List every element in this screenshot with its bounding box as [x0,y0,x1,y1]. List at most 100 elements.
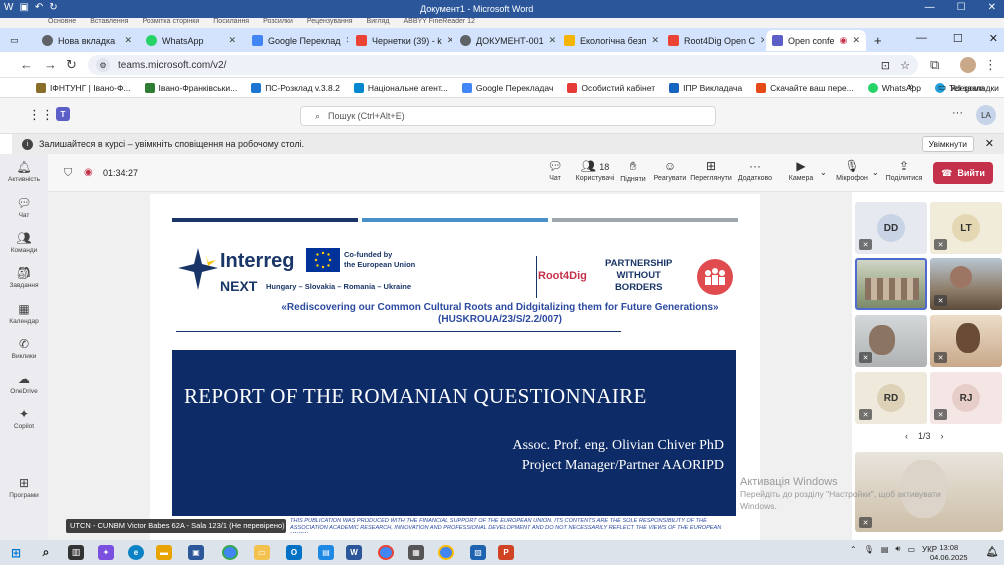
rail-item-onedrive[interactable]: ☁ OneDrive [0,372,48,395]
participant-tile[interactable]: RJ ✕ [930,372,1002,424]
install-app-icon[interactable]: ⊡ [881,59,890,72]
participants-button[interactable]: 👥︎ 18 Користувачі [572,159,618,182]
forward-icon[interactable]: → [44,57,57,72]
rail-item-calendar[interactable]: ▦ Календар [0,302,48,325]
browser-tab[interactable]: Root4Dig Open C ✕ [662,30,764,51]
rail-item-chat[interactable]: 💬︎ Чат [0,196,48,219]
tab-search-button[interactable]: ▭ [4,30,30,51]
network-icon[interactable]: ▤ [881,545,889,554]
share-button[interactable]: ⇪ Поділитися [884,159,924,182]
url-bar[interactable]: ⚙ teams.microsoft.com/v2/ ⊡ ☆ [88,55,918,75]
more-options-icon[interactable]: ··· [952,107,963,119]
browser-tab[interactable]: Google Переклад ✕ [246,30,348,51]
tab-close-icon[interactable]: ✕ [447,35,452,46]
undo-icon[interactable]: ↶ [35,2,43,13]
word-tab[interactable]: Вставлення [90,18,128,28]
browser-tab[interactable]: Чернетки (39) - k ✕ [350,30,452,51]
extensions-icon[interactable]: ⧉ [930,57,939,73]
taskbar-clock[interactable]: 13:08 04.06.2025 [930,543,968,563]
chrome-icon[interactable] [378,545,394,560]
tab-close-icon[interactable]: ✕ [124,35,132,46]
copilot-icon[interactable]: ✦ [98,545,114,560]
bookmark-item[interactable]: Скачайте ваш пере... [756,82,854,93]
rail-item-apps[interactable]: ⊞ Програми [0,476,48,499]
task-view-icon[interactable]: ▥ [68,545,84,560]
site-info-icon[interactable]: ⚙ [96,58,110,72]
participant-video-tile[interactable]: ✕ [930,258,1002,310]
browser-tab[interactable]: Нова вкладка ✕ [36,30,138,51]
word-icon[interactable]: W [346,545,362,560]
reload-icon[interactable]: ↻ [66,57,77,73]
new-tab-button[interactable]: + [868,30,890,51]
word-tab[interactable]: Основне [48,18,76,28]
back-icon[interactable]: ← [20,57,33,72]
app-launcher-icon[interactable]: ⋮⋮ [28,107,54,123]
more-bookmarks-icon[interactable]: » [908,81,914,93]
tab-close-icon[interactable]: ✕ [760,35,764,46]
word-tab[interactable]: Рецензування [307,18,353,28]
app-icon[interactable]: ▧ [470,545,486,560]
tab-close-icon[interactable]: ✕ [346,35,348,46]
camera-chevron-down-icon[interactable]: ⌄ [820,168,827,177]
bookmark-item[interactable]: Івано-Франківськи... [144,82,237,93]
rail-item-assignments[interactable]: 🎒︎ Завдання [0,266,48,289]
word-tab[interactable]: Розмітка сторінки [142,18,199,28]
all-bookmarks-folder[interactable]: ▭ Усі закладки [938,82,999,93]
bookmark-star-icon[interactable]: ☆ [900,59,910,72]
close-icon[interactable]: ✕ [989,32,998,45]
browser-tab[interactable]: WhatsApp ✕ [140,30,242,51]
browser-tab-active[interactable]: Open confe ◉ ✕ [766,30,866,51]
minimize-icon[interactable]: — [925,2,935,13]
participant-tile[interactable]: RD ✕ [855,372,927,424]
bookmark-item[interactable]: ПС-Розклад v.3.8.2 [251,82,340,93]
chrome-icon[interactable] [438,545,454,560]
bookmark-item[interactable]: Особистий кабінет [567,82,655,93]
shield-icon[interactable]: ⛉ [64,167,72,180]
word-tab[interactable]: ABBYY FineReader 12 [403,18,474,28]
file-explorer-icon[interactable]: ▬ [156,545,172,560]
windows-start-icon[interactable]: ⊞ [8,545,24,560]
search-icon[interactable]: ⌕ [38,545,54,560]
tab-close-icon[interactable]: ✕ [852,35,860,46]
react-button[interactable]: ☺ Реагувати [652,159,688,182]
browser-tab[interactable]: Екологічна безп ✕ [558,30,660,51]
enable-notifications-button[interactable]: Увімкнути [921,136,974,152]
participant-tile[interactable]: DD ✕ [855,202,927,254]
chat-button[interactable]: 💬︎ Чат [544,159,566,182]
mic-icon[interactable]: 🎙︎ [864,545,874,554]
close-icon[interactable]: ✕ [985,137,994,150]
menu-kebab-icon[interactable]: ⋮ [984,57,997,73]
volume-icon[interactable]: 🔊︎ [895,544,900,554]
close-icon[interactable]: ✕ [988,2,996,13]
tab-close-icon[interactable]: ✕ [549,35,556,46]
bookmark-item[interactable]: ІФНТУНГ | Івано-Ф... [36,82,131,93]
camera-button[interactable]: ▶ Камера [788,159,814,182]
user-avatar[interactable]: LA [976,105,996,125]
view-button[interactable]: ⊞ Переглянути [690,159,732,182]
app-icon[interactable]: ▤ [318,545,334,560]
leave-button[interactable]: ☎ Вийти [933,162,993,184]
folder-icon[interactable]: ▭ [254,545,270,560]
outlook-icon[interactable]: O [286,545,302,560]
rail-item-copilot[interactable]: ✦ Copilot [0,407,48,430]
redo-icon[interactable]: ↻ [49,2,57,13]
chrome-icon[interactable] [222,545,238,560]
bookmark-item[interactable]: IПР Викладача [669,82,742,93]
word-tab[interactable]: Посилання [213,18,249,28]
participant-video-tile[interactable]: ✕ [855,315,927,367]
rail-item-activity[interactable]: 🔔︎ Активність [0,160,48,183]
battery-icon[interactable]: ▭ [907,545,915,554]
bookmark-item[interactable]: Google Перекладач [461,82,553,93]
maximize-icon[interactable]: ☐ [953,32,963,45]
microphone-button[interactable]: 🎙︎ Мікрофон [834,159,870,182]
bookmark-item[interactable]: Національне агент... [353,82,448,93]
participant-tile[interactable]: LT ✕ [930,202,1002,254]
browser-tab[interactable]: ДОКУМЕНТ-001 ✕ [454,30,556,51]
participant-video-tile[interactable]: ✕ [930,315,1002,367]
profile-avatar[interactable] [960,57,976,73]
word-tab[interactable]: Розсилки [263,18,293,28]
rail-item-calls[interactable]: ✆ Виклики [0,337,48,360]
word-tab[interactable]: Вигляд [367,18,390,28]
maximize-icon[interactable]: ☐ [957,2,966,13]
chevron-right-icon[interactable]: › [941,431,944,441]
